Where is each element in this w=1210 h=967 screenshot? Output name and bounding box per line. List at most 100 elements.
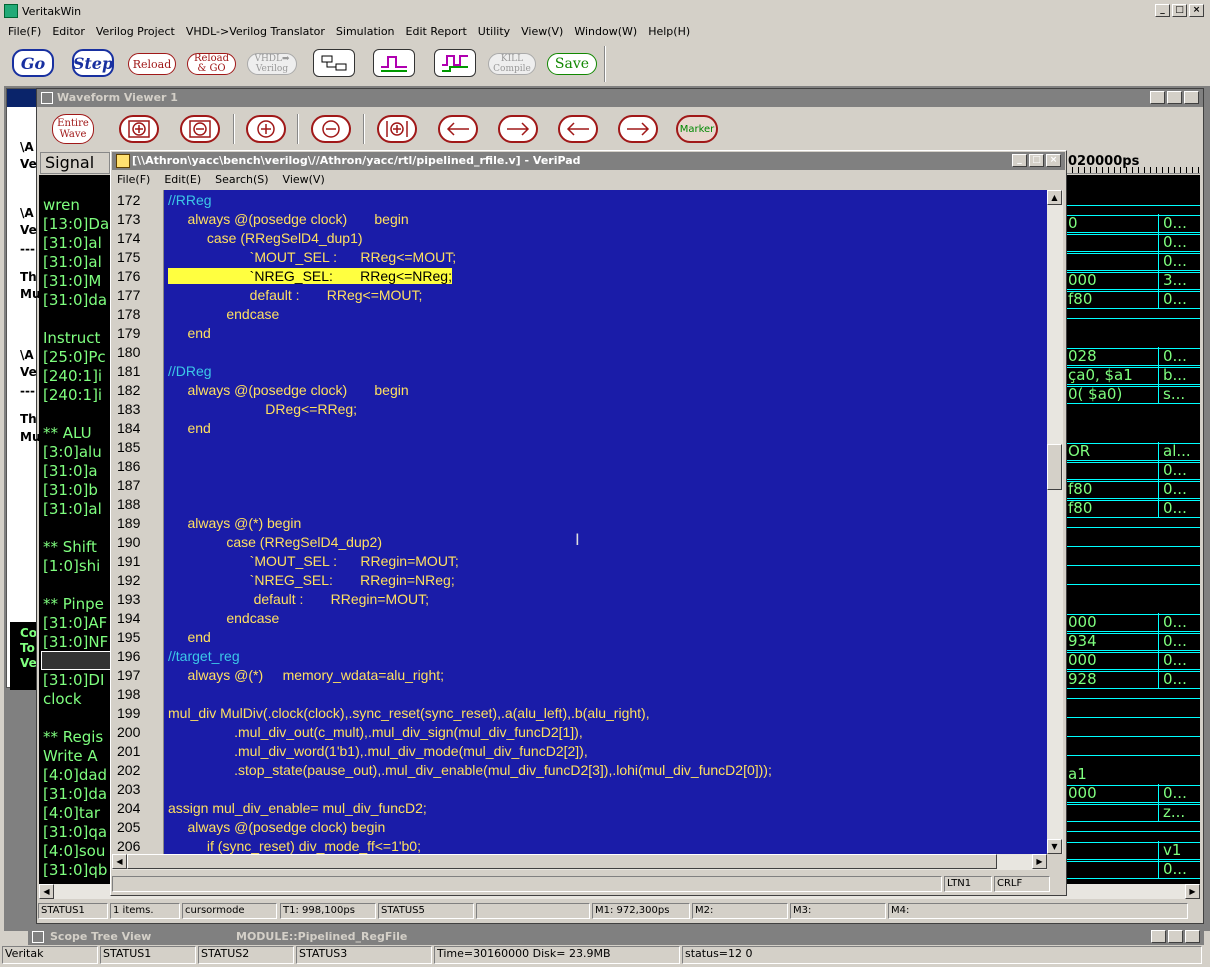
code-scroll-thumb[interactable] (1047, 444, 1062, 490)
code-line[interactable]: always @(posedge clock) begin (168, 819, 385, 835)
menu-item[interactable]: View(V) (521, 25, 563, 38)
code-line[interactable]: `NREG_SEL: RReg<=NReg; (168, 268, 452, 284)
code-line[interactable]: //RReg (168, 192, 212, 208)
signal-name[interactable]: ** Shift (43, 538, 97, 556)
signal-name[interactable]: [31:0]qa (43, 823, 107, 841)
signal-name[interactable]: [31:0]b (43, 481, 98, 499)
code-line[interactable]: assign mul_div_enable= mul_div_funcD2; (168, 800, 427, 816)
zoom-out-button[interactable] (311, 115, 351, 143)
signal-name[interactable]: [4:0]tar (43, 804, 100, 822)
vhdl-verilog-button[interactable]: VHDL➡ Verilog (247, 53, 297, 75)
signal-name[interactable]: [4:0]dad (43, 766, 107, 784)
code-hscroll-thumb[interactable] (127, 854, 997, 869)
code-line[interactable]: default : RRegin=MOUT; (168, 591, 429, 607)
signal-name[interactable]: [240:1]i (43, 386, 102, 404)
code-line[interactable]: .stop_state(pause_out),.mul_div_enable(m… (168, 762, 772, 778)
code-line[interactable]: end (168, 420, 210, 436)
prev-edge-button[interactable] (438, 115, 478, 143)
zoom-out-rect-button[interactable] (180, 115, 220, 143)
code-vscrollbar[interactable]: ▲ ▼ (1047, 190, 1063, 854)
prev-marker-button[interactable] (558, 115, 598, 143)
step-button[interactable]: Step (72, 49, 114, 77)
reload-go-button[interactable]: Reload & GO (187, 53, 236, 75)
hierarchy-button[interactable] (313, 49, 355, 77)
signal-name[interactable]: [31:0]M (43, 272, 101, 290)
code-line[interactable]: `MOUT_SEL : RReg<=MOUT; (168, 249, 456, 265)
code-line[interactable]: endcase (168, 306, 279, 322)
code-line[interactable]: //target_reg (168, 648, 240, 664)
code-line[interactable]: always @(posedge clock) begin (168, 211, 408, 227)
veripad-menu-item[interactable]: Search(S) (215, 173, 268, 186)
menu-item[interactable]: Simulation (336, 25, 395, 38)
signal-name[interactable]: [4:0]sou (43, 842, 105, 860)
menu-item[interactable]: Window(W) (574, 25, 637, 38)
signal-name[interactable]: [3:0]alu (43, 443, 102, 461)
minimize-button[interactable]: _ (1155, 4, 1170, 17)
go-button[interactable]: Go (12, 49, 54, 77)
menu-item[interactable]: VHDL->Verilog Translator (186, 25, 325, 38)
signal-name[interactable]: [31:0]al (43, 253, 102, 271)
signal-name[interactable]: [31:0]a (43, 462, 98, 480)
zoom-in-button[interactable] (246, 115, 286, 143)
signal-name[interactable]: [240:1]i (43, 367, 102, 385)
waveform-close-button[interactable]: × (1184, 91, 1199, 104)
code-scroll-right-button[interactable]: ▶ (1032, 854, 1047, 869)
signal-name[interactable]: [31:0]DI (43, 671, 104, 689)
waveform-maximize-button[interactable]: □ (1167, 91, 1182, 104)
menu-item[interactable]: File(F) (8, 25, 41, 38)
signal-name[interactable]: [31:0]da (43, 785, 107, 803)
code-line[interactable]: case (RRegSelD4_dup2) (168, 534, 382, 550)
code-scroll-up-button[interactable]: ▲ (1047, 190, 1062, 205)
signal-name[interactable]: ** Pinpe (43, 595, 104, 613)
veripad-minimize-button[interactable]: _ (1012, 154, 1027, 167)
signal-name[interactable]: Write A (43, 747, 98, 765)
code-line[interactable]: default : RReg<=MOUT; (168, 287, 423, 303)
veripad-close-button[interactable]: × (1046, 154, 1061, 167)
menu-item[interactable]: Edit Report (406, 25, 467, 38)
scope-maximize-button[interactable]: □ (1168, 930, 1183, 943)
code-line[interactable]: always @(*) begin (168, 515, 301, 531)
scroll-left-button[interactable]: ◀ (39, 884, 54, 899)
maximize-button[interactable]: □ (1172, 4, 1187, 17)
reload-button[interactable]: Reload (128, 53, 176, 75)
code-line[interactable]: if (sync_reset) div_mode_ff<=1'b0; (168, 838, 421, 854)
save-button[interactable]: Save (547, 53, 597, 75)
code-line[interactable]: case (RRegSelD4_dup1) (168, 230, 363, 246)
menu-item[interactable]: Help(H) (648, 25, 690, 38)
signal-name[interactable]: [31:0]AF (43, 614, 107, 632)
signal-name[interactable]: ** Regis (43, 728, 103, 746)
veripad-menu-item[interactable]: View(V) (283, 173, 325, 186)
code-line[interactable]: .mul_div_out(c_mult),.mul_div_sign(mul_d… (168, 724, 583, 740)
signal-name[interactable]: [31:0]qb (43, 861, 107, 879)
veripad-menu-item[interactable]: File(F) (117, 173, 150, 186)
waveform-purple-button[interactable] (434, 49, 476, 77)
code-line[interactable]: .mul_div_word(1'b1),.mul_div_mode(mul_di… (168, 743, 588, 759)
code-line[interactable]: DReg<=RReg; (168, 401, 357, 417)
code-line[interactable]: always @(*) memory_wdata=alu_right; (168, 667, 444, 683)
kill-compile-button[interactable]: KILL Compile (488, 53, 536, 75)
signal-name[interactable]: wren (43, 196, 80, 214)
menu-item[interactable]: Verilog Project (96, 25, 175, 38)
code-line[interactable]: `NREG_SEL: RRegin=NReg; (168, 572, 455, 588)
veripad-menu-item[interactable]: Edit(E) (164, 173, 201, 186)
code-line[interactable]: `MOUT_SEL : RRegin=MOUT; (168, 553, 459, 569)
signal-name[interactable]: [31:0]al (43, 234, 102, 252)
code-scroll-down-button[interactable]: ▼ (1047, 839, 1062, 854)
menu-item[interactable]: Utility (478, 25, 510, 38)
veripad-maximize-button[interactable]: □ (1029, 154, 1044, 167)
marker-button[interactable]: Marker (676, 115, 718, 143)
signal-name[interactable]: [1:0]shi (43, 557, 100, 575)
waveform-green-button[interactable] (373, 49, 415, 77)
code-line[interactable]: end (168, 629, 210, 645)
signal-name[interactable]: [31:0]da (43, 291, 107, 309)
signal-name[interactable]: [25:0]Pc (43, 348, 106, 366)
menu-item[interactable]: Editor (52, 25, 85, 38)
code-line[interactable]: end (168, 325, 210, 341)
waveform-minimize-button[interactable]: _ (1150, 91, 1165, 104)
code-scroll-left-button[interactable]: ◀ (112, 854, 127, 869)
signal-name[interactable]: [31:0]NF (43, 633, 108, 651)
signal-name[interactable]: ** ALU (43, 424, 92, 442)
code-line[interactable]: endcase (168, 610, 279, 626)
next-marker-button[interactable] (618, 115, 658, 143)
code-hscrollbar[interactable]: ◀ ▶ (112, 854, 1047, 870)
